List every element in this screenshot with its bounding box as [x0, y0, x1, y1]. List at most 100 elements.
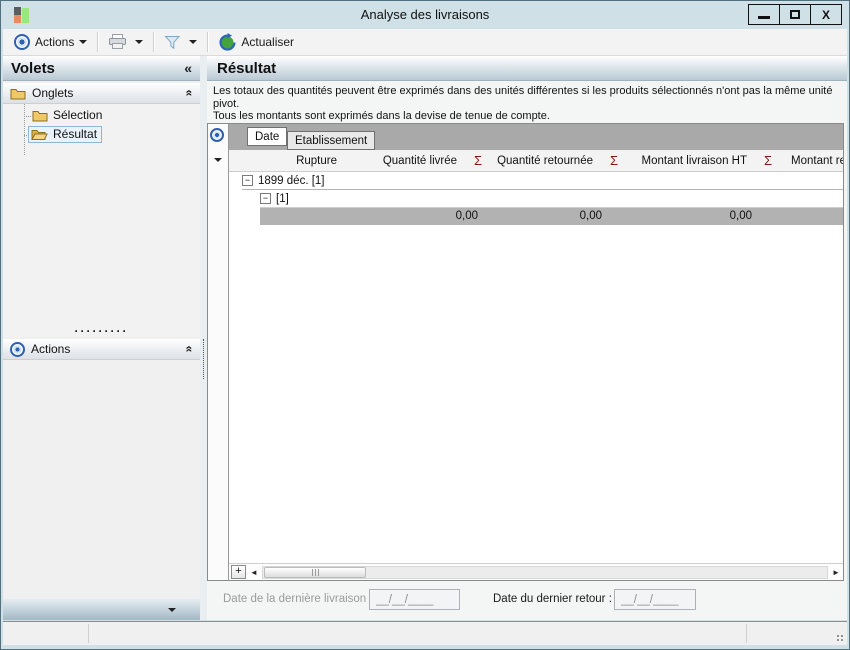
refresh-icon — [219, 33, 236, 51]
app-window: Analyse des livraisons X Actions Actuali… — [0, 0, 850, 650]
horizontal-scrollbar[interactable] — [262, 565, 828, 579]
sidebar-header: Volets « — [3, 56, 200, 81]
sidebar-collapse-button[interactable]: « — [184, 60, 192, 76]
sidebar-empty-area — [3, 360, 200, 599]
caret-down-icon — [168, 607, 176, 612]
splitter-dots — [203, 339, 204, 379]
window-title: Analyse des livraisons — [360, 7, 490, 22]
column-header-montant-livraison[interactable]: Montant livraison HT — [627, 155, 755, 167]
group-row-date: − 1899 déc. [1] — [242, 172, 843, 190]
title-bar: Analyse des livraisons X — [1, 1, 849, 29]
group-tab-date[interactable]: Date — [247, 127, 288, 146]
group-row-label: 1899 déc. [1] — [258, 174, 325, 187]
last-return-input[interactable] — [614, 589, 696, 610]
scroll-right-arrow[interactable]: ► — [831, 568, 841, 577]
column-header-row: Rupture Quantité livrée Σ Quantité retou… — [229, 150, 843, 172]
grid-scroll-row: + ◄ ► — [229, 563, 843, 580]
group-row-sub: − [1] — [260, 190, 843, 208]
print-dropdown-button[interactable] — [131, 38, 147, 46]
folder-closed-icon — [32, 110, 48, 121]
tree-item-label: Résultat — [53, 127, 98, 141]
main-header: Résultat — [207, 56, 847, 81]
footer-fields: Date de la dernière livraison : Date du … — [207, 587, 847, 613]
grid-rows: − 1899 déc. [1] − [1] 0,00 0,00 0,00 — [229, 172, 843, 563]
scroll-left-arrow[interactable]: ◄ — [249, 568, 259, 577]
filter-button[interactable] — [160, 33, 185, 52]
column-header-quantite-retournee[interactable]: Quantité retournée — [491, 155, 601, 167]
grid-menu-icon[interactable] — [210, 128, 224, 142]
thumb-grip — [314, 568, 316, 576]
summary-row: 0,00 0,00 0,00 — [260, 208, 843, 225]
last-delivery-input[interactable] — [369, 589, 460, 610]
group-row-label: [1] — [276, 192, 289, 205]
tree-connector — [24, 104, 25, 155]
column-header-sigma[interactable]: Σ — [601, 153, 627, 168]
group-tab-etablissement[interactable]: Etablissement — [287, 131, 376, 150]
filter-funnel-icon — [164, 35, 181, 49]
tree-item-resultat[interactable]: Résultat — [28, 126, 103, 143]
tree-item-label: Sélection — [53, 108, 103, 122]
actions-icon — [10, 341, 25, 357]
collapse-expander-icon[interactable]: − — [242, 175, 253, 186]
toolbar: Actions Actualiser — [3, 29, 847, 56]
thumb-grip — [311, 568, 313, 576]
column-header-quantite-livree[interactable]: Quantité livrée — [345, 155, 465, 167]
description-line-2: Tous les montants sont exprimés dans la … — [213, 110, 550, 122]
folder-open-icon — [31, 129, 48, 140]
sidebar-volets: Volets « Onglets « Sélection Résultat ··… — [3, 56, 200, 620]
group-by-panel: Date Etablissement — [229, 124, 843, 150]
maximize-icon — [790, 10, 800, 19]
summary-qty-returned: 0,00 — [579, 210, 602, 222]
section-actions-label: Actions — [31, 342, 71, 356]
caret-down-icon — [79, 40, 88, 44]
grid-body: Date Etablissement Rupture Quantité livr… — [229, 124, 843, 580]
add-button[interactable]: + — [231, 565, 246, 579]
chevron-up-icon[interactable]: « — [183, 90, 197, 97]
tree-connector — [24, 116, 31, 117]
page-title: Résultat — [217, 59, 277, 77]
actions-menu-label: Actions — [35, 35, 75, 49]
column-header-rupture[interactable]: Rupture — [229, 155, 345, 167]
summary-amount-delivery: 0,00 — [729, 210, 752, 222]
caret-down-icon — [135, 40, 144, 44]
last-delivery-label: Date de la dernière livraison : — [223, 593, 373, 605]
actions-menu-button[interactable]: Actions — [10, 32, 91, 52]
column-header-montant-retour[interactable]: Montant re — [781, 155, 843, 167]
refresh-button[interactable]: Actualiser — [214, 31, 298, 53]
status-bar — [3, 621, 847, 645]
sidebar-splitter[interactable] — [200, 56, 207, 620]
tree-item-selection[interactable]: Sélection — [32, 108, 102, 122]
minimize-button[interactable] — [748, 4, 780, 25]
result-grid: Date Etablissement Rupture Quantité livr… — [207, 123, 844, 581]
description-text: Les totaux des quantités peuvent être ex… — [207, 81, 847, 123]
collapse-expander-icon[interactable]: − — [260, 193, 271, 204]
thumb-grip — [317, 568, 319, 576]
column-header-sigma[interactable]: Σ — [755, 153, 781, 168]
actions-icon — [14, 34, 30, 50]
column-header-sigma[interactable]: Σ — [465, 153, 491, 168]
resize-grip-icon[interactable] — [835, 633, 844, 642]
chevron-up-icon[interactable]: « — [183, 346, 197, 353]
close-button[interactable]: X — [810, 4, 842, 25]
toolbar-separator — [153, 32, 155, 52]
splitter-drag-handle[interactable]: ········· — [3, 325, 200, 337]
section-onglets-label: Onglets — [32, 86, 74, 100]
section-actions-header[interactable]: Actions « — [3, 339, 200, 360]
filter-dropdown-button[interactable] — [185, 38, 201, 46]
print-button[interactable] — [104, 32, 131, 52]
status-cell-1 — [11, 624, 89, 643]
scrollbar-thumb[interactable] — [264, 566, 366, 578]
onglets-tree: Sélection Résultat ········· — [3, 104, 200, 337]
main-panel: Résultat Les totaux des quantités peuven… — [207, 56, 847, 620]
sidebar-bottom-bar[interactable] — [3, 599, 200, 620]
toolbar-separator — [207, 32, 209, 52]
sidebar-title: Volets — [11, 59, 55, 77]
summary-qty-delivered: 0,00 — [455, 210, 478, 222]
maximize-button[interactable] — [779, 4, 811, 25]
section-onglets-header[interactable]: Onglets « — [3, 83, 200, 104]
toolbar-separator — [97, 32, 99, 52]
caret-down-icon — [189, 40, 198, 44]
caret-down-icon[interactable] — [214, 158, 222, 162]
description-line-1: Les totaux des quantités peuvent être ex… — [213, 85, 833, 110]
printer-icon — [109, 34, 127, 49]
